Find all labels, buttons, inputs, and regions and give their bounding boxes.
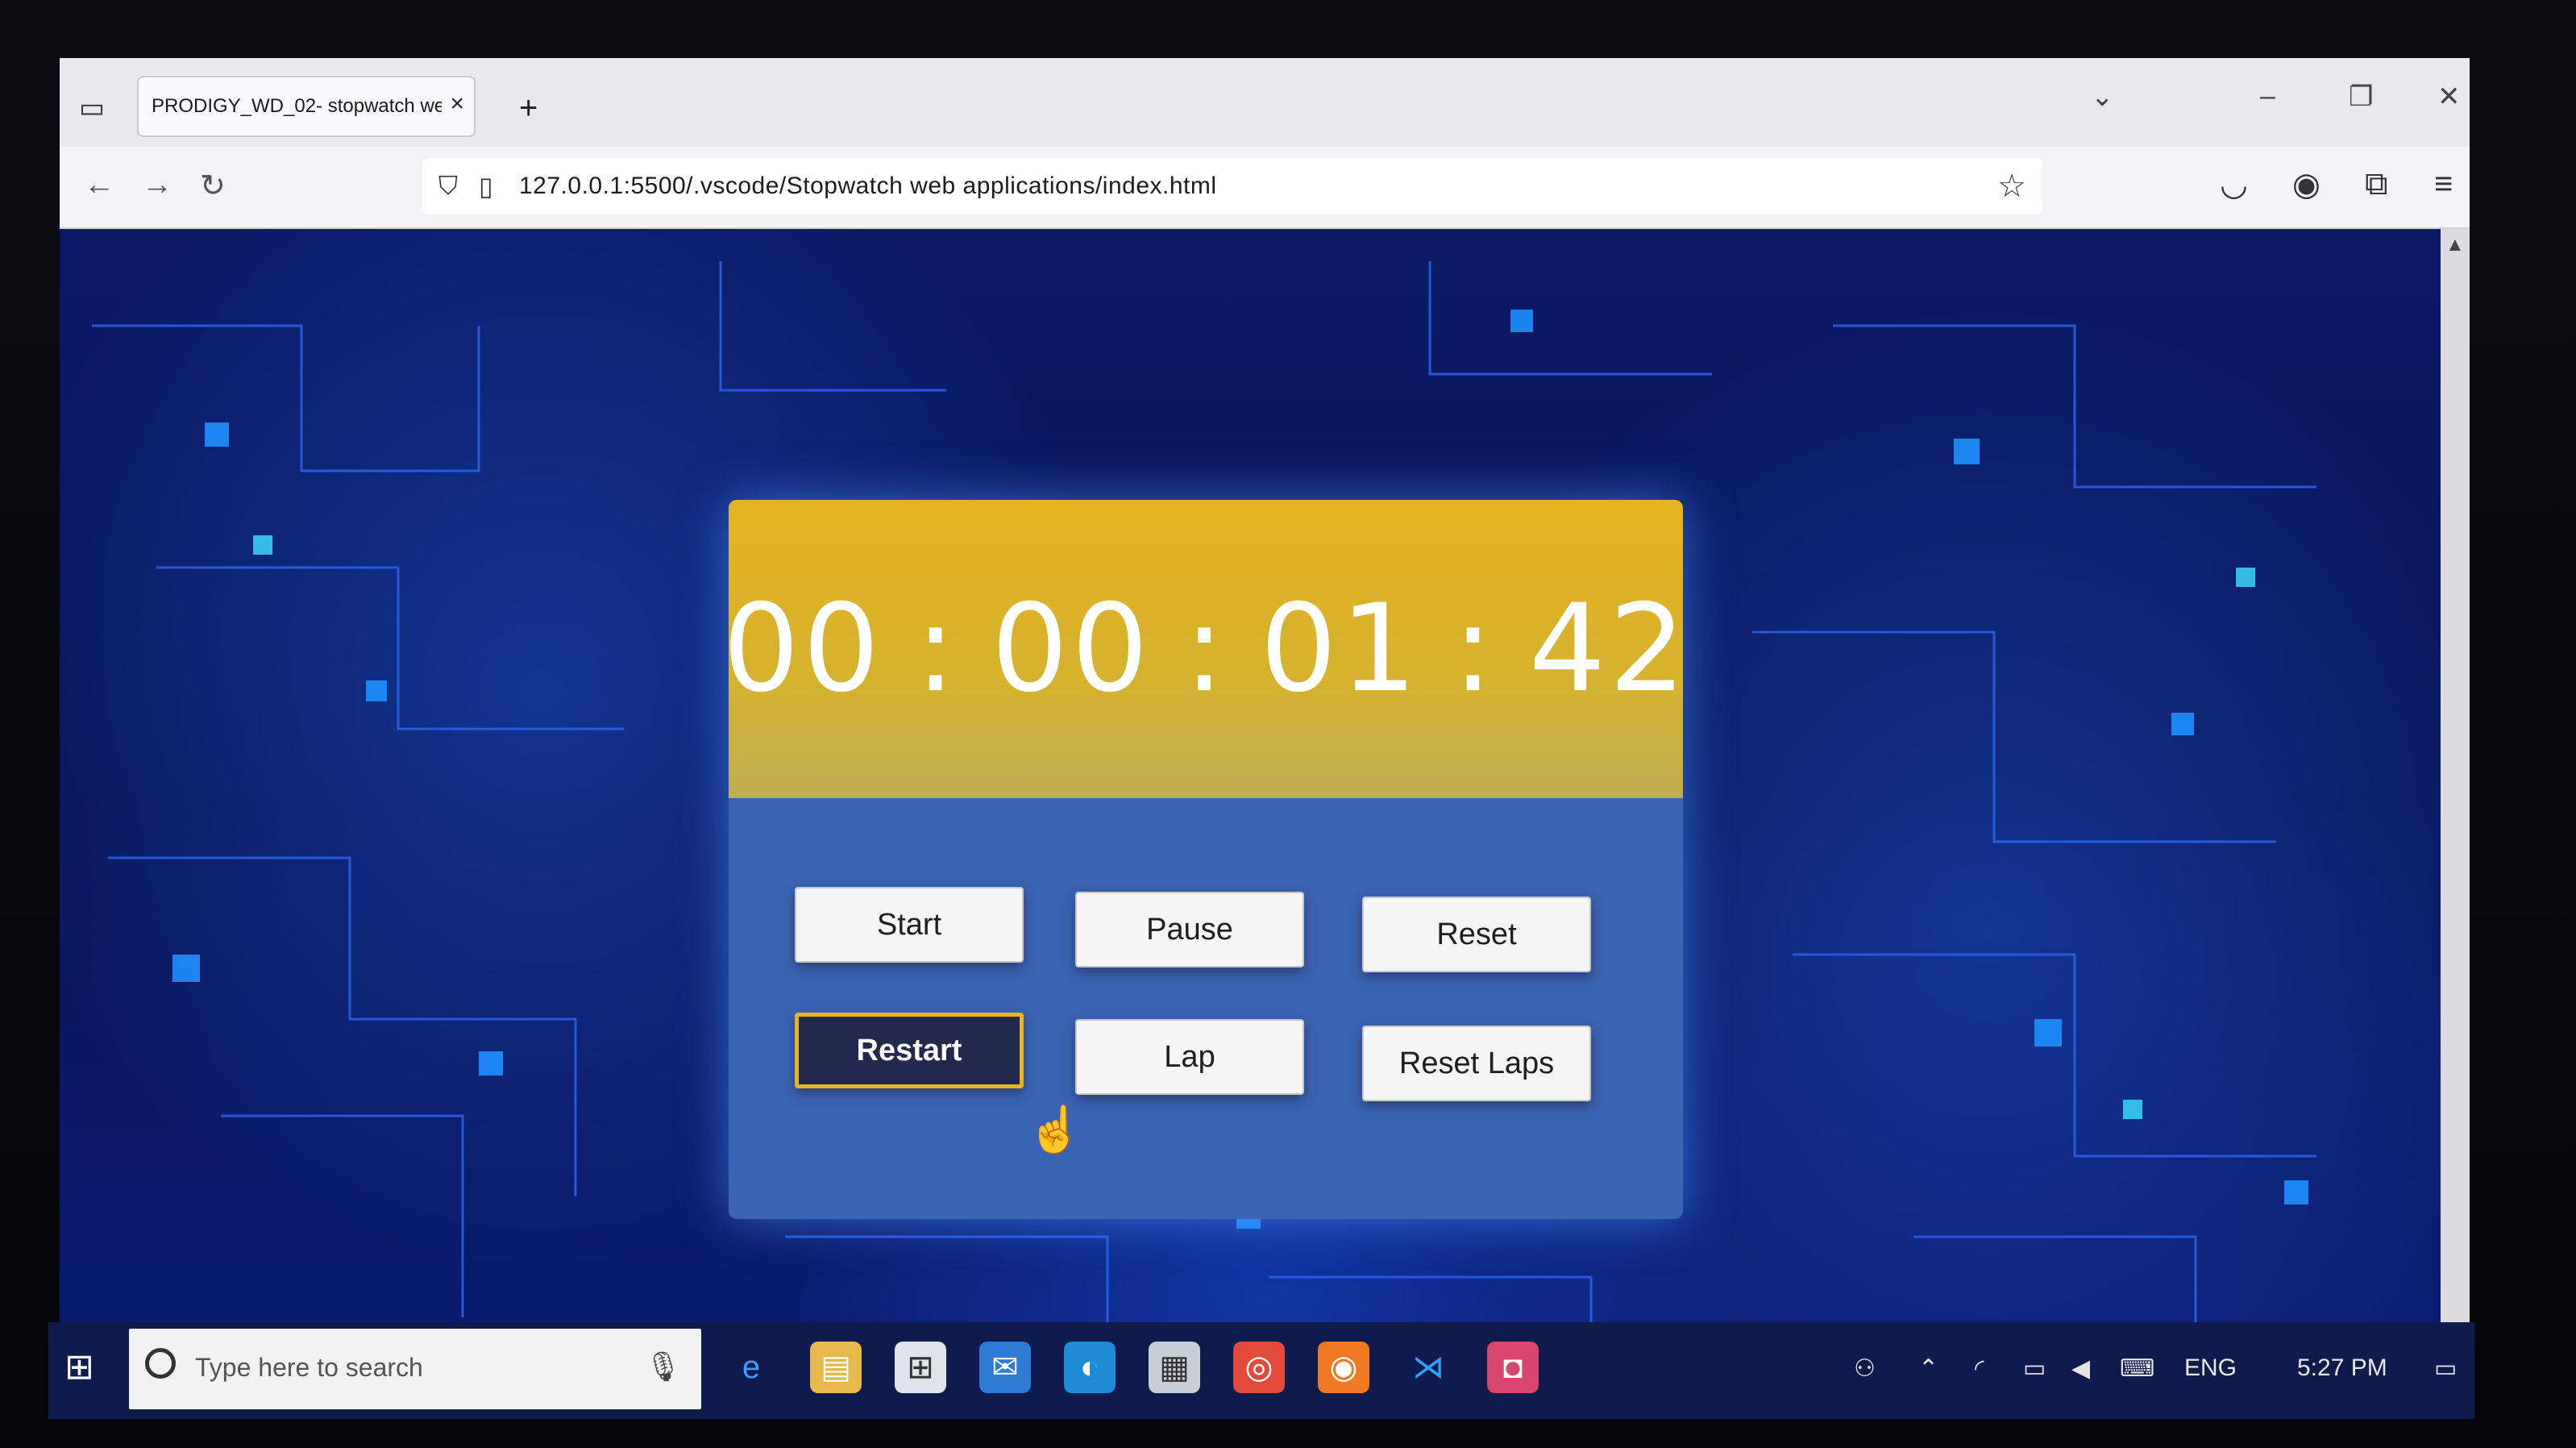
firefox-icon[interactable]: ◉	[1318, 1342, 1369, 1393]
separator: :	[1452, 579, 1497, 719]
lap-button[interactable]: Lap	[1075, 1019, 1304, 1095]
search-icon	[145, 1348, 176, 1379]
search-placeholder: Type here to search	[195, 1353, 423, 1382]
taskbar-search[interactable]: Type here to search 🎙	[129, 1329, 701, 1409]
centiseconds-value: 42	[1528, 579, 1683, 719]
network-app-icon[interactable]: ▦	[1149, 1342, 1200, 1393]
taskbar: ⊞ Type here to search 🎙 e ▤ ⊞ ✉ ◐ ▦ ◎ ◉ …	[48, 1322, 2474, 1419]
wifi-icon[interactable]: ◜	[1975, 1354, 1984, 1383]
minimize-icon[interactable]: –	[2260, 81, 2275, 112]
minutes-value: 00	[991, 579, 1152, 719]
new-tab-icon[interactable]: +	[519, 90, 538, 127]
browser-window: ▭ PRODIGY_WD_02- stopwatch web ap × + ⌄ …	[60, 58, 2470, 1388]
forward-icon[interactable]: →	[142, 168, 172, 202]
account-icon[interactable]: ◉	[2292, 166, 2320, 203]
language-indicator[interactable]: ENG	[2184, 1354, 2237, 1382]
pocket-icon[interactable]: ◡	[2220, 166, 2248, 203]
separator: :	[1183, 579, 1228, 719]
page-icon: ▯	[479, 172, 493, 201]
stopwatch-card: 00:00:01:42 Start Pause Reset Restart La…	[729, 500, 1683, 1219]
time-display: 00:00:01:42	[729, 500, 1683, 798]
battery-icon[interactable]: ▭	[2023, 1354, 2046, 1383]
separator: :	[915, 579, 959, 719]
restart-button[interactable]: Restart	[795, 1013, 1024, 1088]
reload-icon[interactable]: ↻	[200, 168, 226, 204]
reset-laps-button[interactable]: Reset Laps	[1362, 1026, 1591, 1101]
pause-button[interactable]: Pause	[1075, 892, 1304, 967]
hours-value: 00	[729, 579, 883, 719]
tab-list-icon[interactable]: ▭	[74, 90, 110, 126]
chrome-icon[interactable]: ◎	[1233, 1342, 1285, 1393]
chevron-up-icon[interactable]: ⌃	[1918, 1354, 1938, 1383]
microphone-icon[interactable]: 🎙	[645, 1350, 682, 1384]
back-icon[interactable]: ←	[84, 168, 114, 202]
mouse-pointer-icon: ☝	[1027, 1104, 1083, 1155]
volume-icon[interactable]: ◀	[2071, 1354, 2090, 1383]
scroll-up-icon[interactable]: ▲	[2445, 234, 2465, 256]
keyboard-icon[interactable]: ⌨	[2120, 1354, 2154, 1383]
edge-legacy-icon[interactable]: e	[725, 1342, 777, 1393]
tab-title: PRODIGY_WD_02- stopwatch web ap	[152, 95, 442, 117]
restore-icon[interactable]: ❐	[2349, 81, 2373, 113]
nav-bar: ← → ↻ ⛉ ▯ 127.0.0.1:5500/.vscode/Stopwat…	[60, 147, 2470, 229]
menu-icon[interactable]: ≡	[2434, 166, 2453, 202]
url-text[interactable]: 127.0.0.1:5500/.vscode/Stopwatch web app…	[519, 173, 1217, 200]
vscode-icon[interactable]: ⋊	[1402, 1342, 1454, 1393]
windows-start-icon[interactable]: ⊞	[64, 1346, 94, 1388]
instagram-icon[interactable]: ◘	[1487, 1342, 1539, 1393]
people-icon[interactable]: ⚇	[1854, 1354, 1876, 1383]
notifications-icon[interactable]: ▭	[2434, 1354, 2457, 1383]
tab-stopwatch[interactable]: PRODIGY_WD_02- stopwatch web ap ×	[137, 76, 476, 137]
close-tab-icon[interactable]: ×	[450, 90, 464, 118]
bookmark-star-icon[interactable]: ☆	[1997, 168, 2026, 205]
tab-bar: ▭ PRODIGY_WD_02- stopwatch web ap × + ⌄ …	[60, 58, 2470, 147]
reset-button[interactable]: Reset	[1362, 897, 1591, 972]
scrollbar[interactable]: ▲ ▼	[2441, 229, 2470, 1388]
chevron-down-icon[interactable]: ⌄	[2091, 81, 2114, 113]
seconds-value: 01	[1260, 579, 1421, 719]
clock[interactable]: 5:27 PM	[2297, 1354, 2387, 1382]
file-explorer-icon[interactable]: ▤	[810, 1342, 862, 1393]
store-icon[interactable]: ⊞	[895, 1342, 946, 1393]
start-button[interactable]: Start	[795, 887, 1024, 963]
time-readout: 00:00:01:42	[729, 579, 1683, 719]
mail-icon[interactable]: ✉	[979, 1342, 1031, 1393]
shield-icon[interactable]: ⛉	[438, 171, 458, 202]
extensions-icon[interactable]: ⧉	[2365, 166, 2388, 202]
url-bar[interactable]: ⛉ ▯ 127.0.0.1:5500/.vscode/Stopwatch web…	[422, 158, 2042, 214]
edge-icon[interactable]: ◐	[1064, 1342, 1116, 1393]
close-window-icon[interactable]: ✕	[2437, 81, 2461, 113]
page-viewport: 00:00:01:42 Start Pause Reset Restart La…	[60, 229, 2470, 1388]
